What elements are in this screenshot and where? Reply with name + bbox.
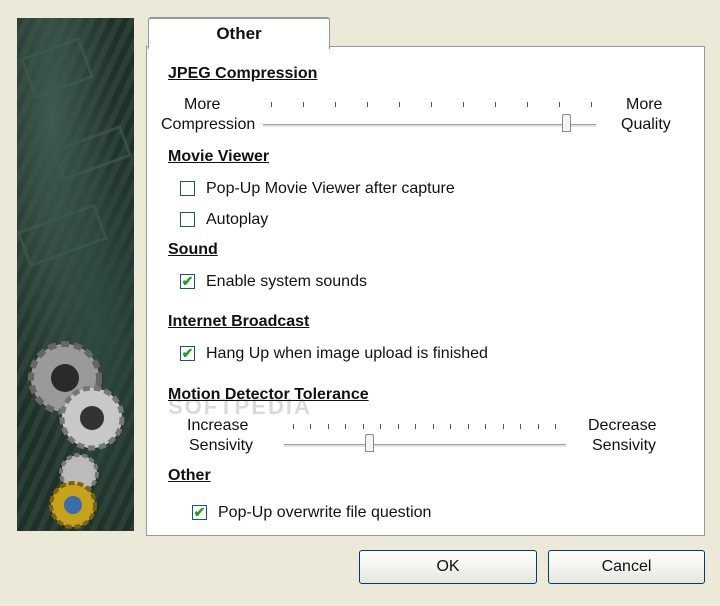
jpeg-slider-thumb[interactable] [562, 114, 572, 132]
popup-movie-viewer-label[interactable]: Pop-Up Movie Viewer after capture [206, 179, 455, 199]
movie-viewer-heading: Movie Viewer [168, 148, 270, 165]
slider-tick [399, 102, 400, 107]
internet-broadcast-heading: Internet Broadcast [168, 313, 310, 330]
slider-tick [591, 102, 592, 107]
autoplay-checkbox[interactable] [180, 212, 195, 227]
slider-tick [495, 102, 496, 107]
slider-tick [450, 424, 452, 429]
slider-tick [537, 424, 539, 429]
slider-tick [559, 102, 560, 107]
slider-tick [310, 424, 312, 429]
slider-tick [367, 102, 368, 107]
hang-up-label[interactable]: Hang Up when image upload is finished [206, 344, 488, 364]
motion-slider-track[interactable] [284, 444, 566, 448]
motion-detector-heading: Motion Detector Tolerance [168, 386, 369, 403]
ok-button[interactable]: OK [359, 550, 537, 584]
slider-tick [362, 424, 364, 429]
jpeg-left-label-line1: More [184, 96, 221, 113]
jpeg-right-label-line1: More [626, 96, 663, 113]
overwrite-question-label[interactable]: Pop-Up overwrite file question [218, 503, 431, 523]
cancel-button[interactable]: Cancel [548, 550, 705, 584]
slider-tick [463, 102, 464, 107]
jpeg-compression-heading: JPEG Compression [168, 65, 318, 82]
enable-system-sounds-checkbox[interactable]: ✔ [180, 274, 195, 289]
tab-other[interactable]: Other [148, 17, 330, 49]
slider-tick [303, 102, 304, 107]
other-heading: Other [168, 467, 211, 484]
slider-tick [467, 424, 469, 429]
slider-tick [271, 102, 272, 107]
slider-tick [327, 424, 329, 429]
jpeg-left-label-line2: Compression [161, 116, 256, 133]
slider-tick [485, 424, 487, 429]
motion-left-label-line1: Increase [187, 417, 249, 434]
slider-tick [431, 102, 432, 107]
slider-tick [527, 102, 528, 107]
jpeg-slider-track[interactable] [263, 124, 596, 128]
gears-icon [17, 37, 132, 529]
slider-tick [397, 424, 399, 429]
popup-movie-viewer-checkbox[interactable] [180, 181, 195, 196]
overwrite-question-checkbox[interactable]: ✔ [192, 505, 207, 520]
sound-heading: Sound [168, 241, 218, 258]
slider-tick [345, 424, 347, 429]
slider-tick [293, 424, 294, 429]
slider-tick [432, 424, 434, 429]
motion-right-label-line1: Decrease [588, 417, 657, 434]
motion-left-label-line2: Sensivity [189, 437, 254, 454]
motion-slider-thumb[interactable] [364, 434, 374, 452]
side-banner-image [17, 18, 134, 531]
slider-tick [502, 424, 504, 429]
enable-system-sounds-label[interactable]: Enable system sounds [206, 272, 367, 292]
autoplay-label[interactable]: Autoplay [206, 210, 268, 230]
motion-right-label-line2: Sensivity [592, 437, 657, 454]
jpeg-right-label-line2: Quality [621, 116, 671, 133]
slider-tick [415, 424, 417, 429]
slider-tick [520, 424, 522, 429]
slider-tick [380, 424, 382, 429]
slider-tick [555, 424, 556, 429]
hang-up-checkbox[interactable]: ✔ [180, 346, 195, 361]
slider-tick [335, 102, 336, 107]
